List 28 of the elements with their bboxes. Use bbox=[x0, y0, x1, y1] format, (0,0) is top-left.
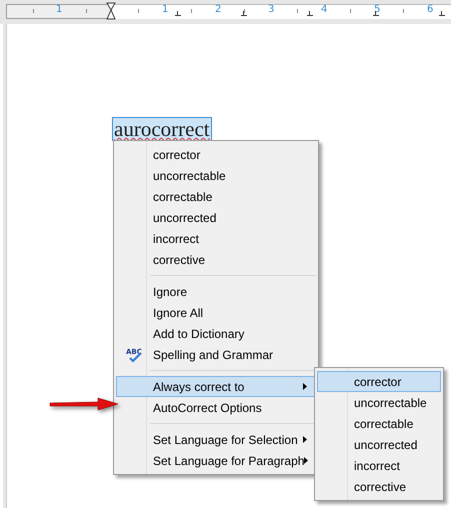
menu-item[interactable]: uncorrectable bbox=[317, 392, 441, 413]
arrow-drawing bbox=[48, 397, 120, 411]
ruler-number: 1 bbox=[162, 4, 168, 15]
menu-item[interactable]: Set Language for Selection bbox=[116, 429, 316, 450]
menu-item[interactable]: AutoCorrect Options bbox=[116, 397, 316, 418]
menu-item[interactable]: uncorrectable bbox=[116, 165, 316, 186]
menu-item[interactable]: Ignore All bbox=[116, 302, 316, 323]
menu-item[interactable]: Always correct to bbox=[116, 376, 316, 397]
menu-item[interactable]: incorrect bbox=[317, 455, 441, 476]
menu-item[interactable]: Ignore bbox=[116, 281, 316, 302]
indent-marker-icon[interactable] bbox=[106, 2, 116, 20]
ruler-number: 6 bbox=[427, 4, 434, 15]
menu-item[interactable]: Set Language for Paragraph bbox=[116, 450, 316, 471]
ruler-number: 4 bbox=[321, 4, 328, 15]
menu-item[interactable]: uncorrected bbox=[116, 207, 316, 228]
ruler-number: 1 bbox=[56, 4, 62, 15]
menu-item[interactable]: corrector bbox=[317, 371, 441, 392]
ruler-number: 3 bbox=[268, 4, 274, 15]
menu-item[interactable]: corrective bbox=[116, 249, 316, 270]
menu-item[interactable]: uncorrected bbox=[317, 434, 441, 455]
ruler-number: 2 bbox=[215, 4, 222, 15]
menu-item[interactable]: correctable bbox=[317, 413, 441, 434]
menu-item[interactable]: Add to Dictionary bbox=[116, 323, 316, 344]
menu-item[interactable]: correctable bbox=[116, 186, 316, 207]
menu-item[interactable]: incorrect bbox=[116, 228, 316, 249]
selected-word: aurocorrect bbox=[112, 117, 212, 141]
menu-item[interactable]: corrector bbox=[116, 144, 316, 165]
menu-item[interactable]: corrective bbox=[317, 476, 441, 497]
